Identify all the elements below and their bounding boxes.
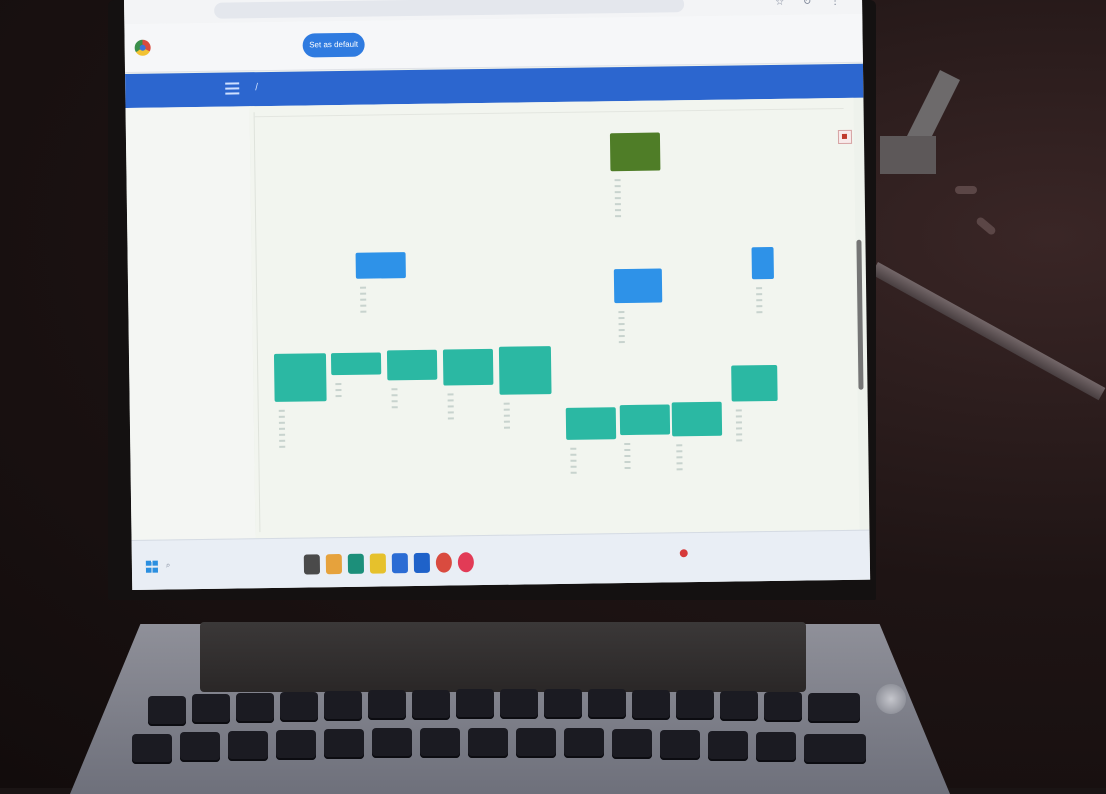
canvas-marker-icon[interactable] <box>838 130 852 144</box>
diagram-node[interactable] <box>620 404 670 435</box>
keyboard-key[interactable] <box>280 692 318 722</box>
diagram-node[interactable] <box>499 346 552 395</box>
keyboard-key[interactable] <box>468 728 508 758</box>
keyboard-key[interactable] <box>612 729 652 759</box>
canvas-scrollbar[interactable] <box>856 240 863 390</box>
mic-arm <box>880 70 970 180</box>
keyboard-key[interactable] <box>180 732 220 762</box>
keyboard-key[interactable] <box>372 728 412 758</box>
node-details <box>570 448 576 478</box>
node-details <box>360 287 366 317</box>
default-browser-infobar: Set as default <box>124 14 863 73</box>
laptop-hinge <box>200 622 806 692</box>
file-icon[interactable] <box>304 554 320 574</box>
keyboard-key[interactable] <box>544 689 582 719</box>
wall-fixture <box>955 186 977 194</box>
header-nav <box>297 82 417 94</box>
opera-icon[interactable] <box>458 552 474 572</box>
keyboard-key[interactable] <box>500 689 538 719</box>
keyboard-key[interactable] <box>764 692 802 722</box>
keyboard-key[interactable] <box>276 730 316 760</box>
folder-icon[interactable] <box>370 553 386 573</box>
taskbar-search[interactable]: ⌕ <box>166 560 171 570</box>
node-details <box>618 311 625 347</box>
diagram-node[interactable] <box>752 247 774 279</box>
diagram-node[interactable] <box>614 269 662 304</box>
word-icon[interactable] <box>414 553 430 573</box>
diagram-node[interactable] <box>672 402 722 437</box>
set-as-default-button[interactable]: Set as default <box>302 33 364 58</box>
keyboard-key[interactable] <box>632 690 670 720</box>
keyboard-key[interactable] <box>324 729 364 759</box>
diagram-node[interactable] <box>610 133 661 172</box>
node-details <box>676 444 682 474</box>
node-details <box>391 388 397 412</box>
chrome-icon[interactable] <box>436 552 452 572</box>
keyboard-key[interactable] <box>412 690 450 720</box>
keyboard-key[interactable] <box>228 731 268 761</box>
node-details <box>335 383 341 401</box>
node-details <box>756 287 762 317</box>
hamburger-menu-icon[interactable] <box>225 82 239 94</box>
keyboard-key[interactable] <box>804 734 866 764</box>
keyboard-key[interactable] <box>516 728 556 758</box>
diagram-node[interactable] <box>274 353 327 402</box>
url-field[interactable] <box>214 0 684 19</box>
keyboard-key[interactable] <box>192 694 230 724</box>
keyboard-key[interactable] <box>660 730 700 760</box>
store-icon[interactable] <box>392 553 408 573</box>
diagram-node[interactable] <box>443 349 493 386</box>
keyboard-key[interactable] <box>368 690 406 720</box>
canvas-ruler <box>254 112 261 532</box>
keyboard-key[interactable] <box>132 734 172 764</box>
keyboard-key[interactable] <box>708 731 748 761</box>
node-details <box>279 410 286 452</box>
node-details <box>624 443 630 473</box>
keyboard-key[interactable] <box>588 689 626 719</box>
diagram-node[interactable] <box>566 407 616 440</box>
sidebar <box>126 106 257 540</box>
node-details <box>504 403 510 433</box>
diagram-canvas[interactable] <box>249 98 859 538</box>
breadcrumb-separator: / <box>255 82 258 93</box>
windows-start-icon[interactable] <box>146 561 158 573</box>
keyboard-key[interactable] <box>420 728 460 758</box>
keyboard-key[interactable] <box>720 691 758 721</box>
keyboard-key[interactable] <box>808 693 860 723</box>
files-icon[interactable] <box>326 554 342 574</box>
keyboard-key[interactable] <box>236 693 274 723</box>
diagram-node[interactable] <box>387 350 437 381</box>
node-details <box>448 393 454 423</box>
browser-toolbar-icons[interactable]: ☆ ↻ ⋮ <box>775 0 848 8</box>
keyboard-key[interactable] <box>756 732 796 762</box>
node-details <box>736 409 743 445</box>
recording-indicator-icon[interactable] <box>680 549 688 557</box>
keyboard <box>128 688 888 788</box>
canvas-ruler <box>254 108 844 117</box>
keyboard-key[interactable] <box>456 689 494 719</box>
keyboard-key[interactable] <box>564 728 604 758</box>
diagram-node[interactable] <box>356 252 406 279</box>
edge-icon[interactable] <box>348 554 364 574</box>
diagram-node[interactable] <box>331 352 381 375</box>
node-details <box>615 179 622 221</box>
diagram-node[interactable] <box>731 365 777 402</box>
windows-taskbar: ⌕ <box>132 530 871 590</box>
keyboard-key[interactable] <box>324 691 362 721</box>
laptop-screen: ☆ ↻ ⋮ Set as default / <box>124 0 870 590</box>
keyboard-key[interactable] <box>148 696 186 726</box>
chrome-logo-icon <box>135 40 151 56</box>
keyboard-key[interactable] <box>676 690 714 720</box>
